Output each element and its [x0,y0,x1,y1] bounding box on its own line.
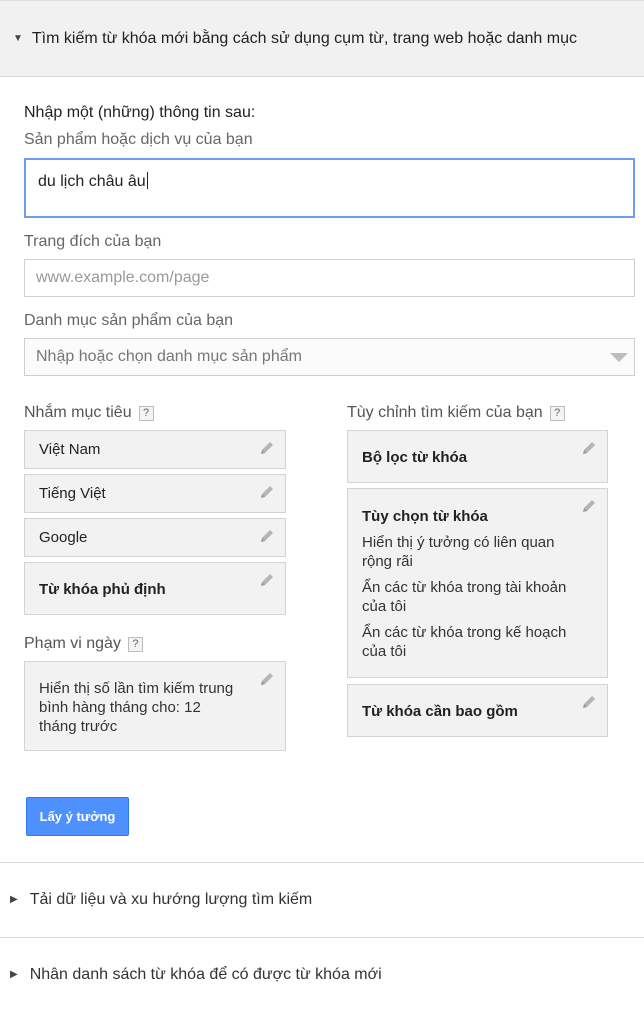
keyword-option-line: của tôi [362,643,407,660]
date-range-line: Hiển thị số lần tìm kiếm trung [39,680,234,697]
pencil-icon[interactable] [258,527,276,545]
product-input[interactable]: du lịch châu âu [24,158,635,218]
section-title: Tải dữ liệu và xu hướng lượng tìm kiếm [29,890,313,908]
category-label: Danh mục sản phẩm của bạn [24,312,234,329]
keyword-filters-setting[interactable]: Bộ lọc từ khóa [347,430,608,483]
section-title: Tìm kiếm từ khóa mới bằng cách sử dụng c… [31,29,577,47]
keywords-to-include-setting[interactable]: Từ khóa cần bao gồm [347,684,608,737]
pencil-icon[interactable] [580,693,598,711]
keyword-options-setting[interactable]: Tùy chọn từ khóa Hiển thị ý tưởng có liê… [347,488,608,678]
customize-heading: Tùy chỉnh tìm kiếm của bạn? [347,404,565,422]
help-icon[interactable]: ? [127,637,143,652]
date-range-heading-text: Phạm vi ngày [24,635,121,652]
category-placeholder: Nhập hoặc chọn danh mục sản phẩm [36,348,302,365]
date-range-setting[interactable]: Hiển thị số lần tìm kiếm trung bình hàng… [24,661,286,751]
negative-keywords-label: Từ khóa phủ định [39,581,166,598]
section-search-volume-header[interactable]: ▶ Tải dữ liệu và xu hướng lượng tìm kiếm [0,862,644,936]
product-label: Sản phẩm hoặc dịch vụ của bạn [24,131,253,148]
date-range-line: tháng trước [39,718,118,735]
network-setting[interactable]: Google [24,518,286,557]
text-cursor [146,172,148,189]
keyword-option-line: Hiển thị ý tưởng có liên quan [362,534,555,551]
help-icon[interactable]: ? [138,406,154,421]
category-select[interactable]: Nhập hoặc chọn danh mục sản phẩm [24,338,635,376]
landing-page-input[interactable]: www.example.com/page [24,259,635,297]
product-input-value: du lịch châu âu [38,173,146,190]
network-value: Google [39,529,88,546]
keyword-option-line: Ẩn các từ khóa trong kế hoạch [362,624,567,641]
triangle-right-icon: ▶ [10,894,18,905]
help-icon[interactable]: ? [549,406,565,421]
location-setting[interactable]: Việt Nam [24,430,286,469]
keywords-to-include-label: Từ khóa cần bao gồm [362,703,518,720]
targeting-heading: Nhắm mục tiêu? [24,404,154,422]
pencil-icon[interactable] [258,483,276,501]
targeting-heading-text: Nhắm mục tiêu [24,404,132,421]
language-value: Tiếng Việt [39,485,106,502]
landing-page-placeholder: www.example.com/page [36,269,210,286]
customize-heading-text: Tùy chỉnh tìm kiếm của bạn [347,404,543,421]
keyword-option-line: rộng rãi [362,553,413,570]
form-intro: Nhập một (những) thông tin sau: [24,104,256,121]
pencil-icon[interactable] [580,497,598,515]
keyword-filters-label: Bộ lọc từ khóa [362,449,468,466]
pencil-icon[interactable] [258,670,276,688]
chevron-down-icon [610,353,628,362]
location-value: Việt Nam [39,441,101,458]
pencil-icon[interactable] [258,439,276,457]
section-title: Nhân danh sách từ khóa để có được từ khó… [29,965,382,983]
date-range-line: bình hàng tháng cho: 12 [39,699,201,716]
date-range-heading: Phạm vi ngày? [24,635,143,653]
pencil-icon[interactable] [580,439,598,457]
keyword-option-line: Ẩn các từ khóa trong tài khoản [362,579,567,596]
keyword-options-title: Tùy chọn từ khóa [362,508,488,525]
keyword-option-line: của tôi [362,598,407,615]
triangle-right-icon: ▶ [10,969,18,980]
triangle-down-icon: ▼ [13,33,23,44]
section-find-keywords-header[interactable]: ▼ Tìm kiếm từ khóa mới bằng cách sử dụng… [0,0,644,77]
language-setting[interactable]: Tiếng Việt [24,474,286,513]
negative-keywords-setting[interactable]: Từ khóa phủ định [24,562,286,615]
landing-page-label: Trang đích của bạn [24,233,162,250]
get-ideas-button[interactable]: Lấy ý tưởng [26,797,129,836]
pencil-icon[interactable] [258,571,276,589]
